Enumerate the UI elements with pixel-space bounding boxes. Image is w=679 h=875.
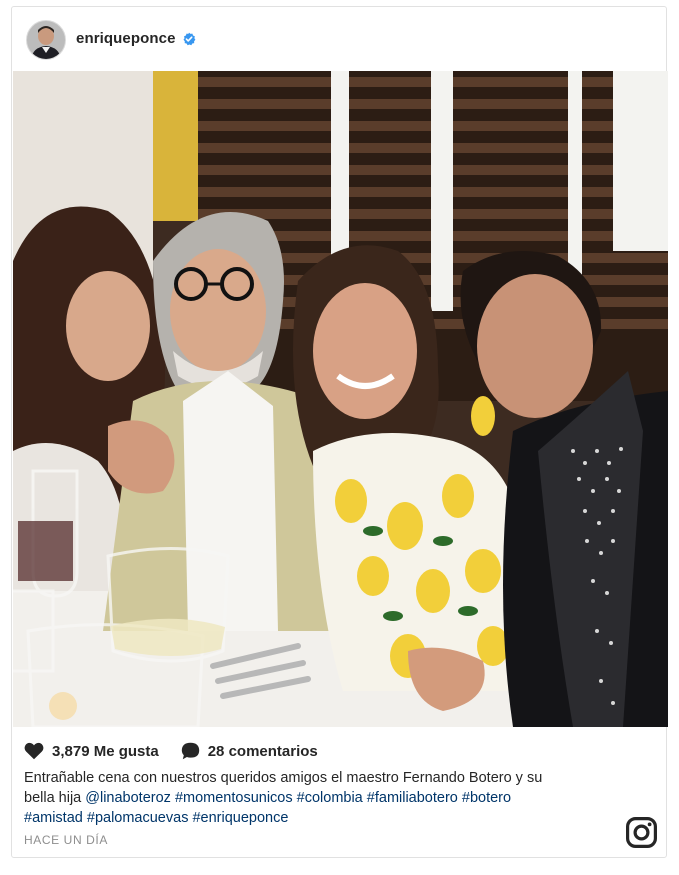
username[interactable]: enriqueponce <box>76 30 176 47</box>
hashtag-link[interactable]: #colombia <box>297 790 363 806</box>
hashtag-link[interactable]: #botero <box>462 790 511 806</box>
caption-line-1: Entrañable cena con nuestros queridos am… <box>24 770 543 786</box>
hashtag-link[interactable]: #palomacuevas <box>87 810 189 826</box>
like-button[interactable]: 3,879 Me gusta <box>24 742 159 760</box>
hashtag-link[interactable]: #momentosunicos <box>175 790 293 806</box>
hashtag-link[interactable]: #enriqueponce <box>192 810 288 826</box>
caption-line-3: #amistad #palomacuevas #enriqueponce <box>24 808 624 828</box>
instagram-logo-icon[interactable] <box>626 817 657 848</box>
avatar[interactable] <box>26 20 66 60</box>
post-timestamp[interactable]: HACE UN DÍA <box>24 833 108 847</box>
verified-badge-icon <box>183 32 195 45</box>
hashtag-link[interactable]: #familiabotero <box>367 790 458 806</box>
caption-text: bella hija <box>24 790 86 806</box>
hashtag-link[interactable]: #amistad <box>24 810 83 826</box>
likes-count: 3,879 Me gusta <box>52 742 159 760</box>
post-header: enriqueponce <box>12 7 666 71</box>
post-actions: 3,879 Me gusta 28 comentarios <box>24 740 340 762</box>
username-row: enriqueponce <box>76 30 196 47</box>
post-photo[interactable] <box>13 71 668 727</box>
caption-line-2: bella hija @linaboteroz #momentosunicos … <box>24 788 624 808</box>
comments-count: 28 comentarios <box>207 742 318 760</box>
comments-button[interactable]: 28 comentarios <box>181 742 318 760</box>
mention-link[interactable]: @linaboteroz <box>85 790 171 806</box>
post-caption: Entrañable cena con nuestros queridos am… <box>24 768 624 828</box>
comment-bubble-icon <box>181 742 199 760</box>
instagram-post-card: enriqueponce 3,879 Me gusta 28 comentari… <box>11 6 668 858</box>
heart-icon <box>24 742 44 760</box>
